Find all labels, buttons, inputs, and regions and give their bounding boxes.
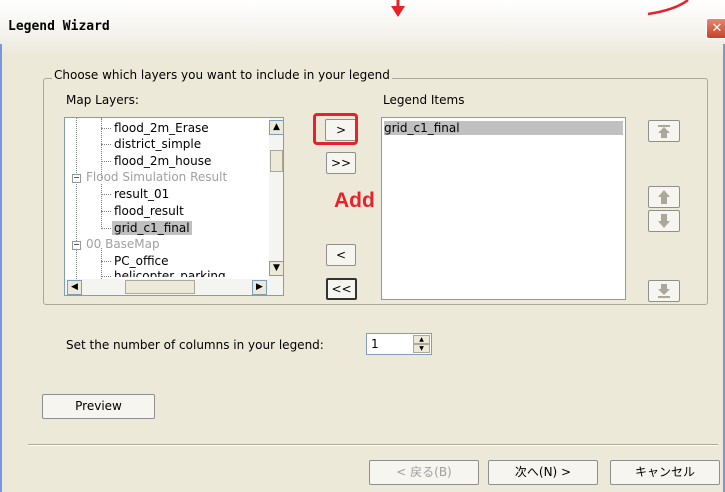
tree-guide-line xyxy=(101,194,111,195)
tree-guide-line xyxy=(101,128,111,129)
close-button[interactable]: ✕ xyxy=(706,18,725,39)
footer-separator xyxy=(28,444,718,446)
tree-item-helicopter-parking[interactable]: helicopter_parking xyxy=(114,269,226,277)
tree-guide-line xyxy=(76,118,77,295)
tree-guide-line xyxy=(101,184,102,229)
tree-guide-line xyxy=(101,211,111,212)
tree-group-basemap[interactable]: 00 BaseMap xyxy=(86,237,160,251)
spin-up-icon[interactable]: ▲ xyxy=(413,335,430,344)
scroll-thumb[interactable] xyxy=(125,280,195,294)
tree-guide-line xyxy=(101,276,111,277)
tree-item-district-simple[interactable]: district_simple xyxy=(114,137,201,151)
map-layers-label: Map Layers: xyxy=(66,93,139,107)
map-layers-tree[interactable]: flood_2m_Erase district_simple flood_2m_… xyxy=(64,117,284,296)
window-title: Legend Wizard xyxy=(8,19,110,34)
scroll-down-icon[interactable]: ▼ xyxy=(269,261,283,276)
next-button[interactable]: 次へ(N) > xyxy=(488,460,598,485)
legend-items-list[interactable]: grid_c1_final xyxy=(381,117,626,300)
legend-items-label: Legend Items xyxy=(383,93,465,107)
move-top-icon xyxy=(658,125,670,138)
add-all-layers-button[interactable]: >> xyxy=(326,152,356,174)
cancel-button[interactable]: キャンセル xyxy=(610,460,720,485)
scroll-right-icon[interactable]: ▶ xyxy=(252,280,267,295)
collapse-toggle-icon[interactable]: − xyxy=(72,174,81,183)
tree-guide-line xyxy=(101,261,111,262)
collapse-toggle-icon[interactable]: − xyxy=(72,241,81,250)
columns-spinner[interactable]: 1 ▲ ▼ xyxy=(366,333,432,355)
columns-label: Set the number of columns in your legend… xyxy=(66,338,324,352)
tree-item-flood-result[interactable]: flood_result xyxy=(114,204,184,218)
preview-button[interactable]: Preview xyxy=(42,394,155,419)
remove-layer-button[interactable]: < xyxy=(326,244,356,266)
tree-item-flood-2m-house[interactable]: flood_2m_house xyxy=(114,154,211,168)
move-to-top-button[interactable] xyxy=(648,120,680,142)
tree-guide-line xyxy=(101,144,111,145)
scroll-up-icon[interactable]: ▲ xyxy=(269,120,283,135)
tree-group-flood-simulation-result[interactable]: Flood Simulation Result xyxy=(86,170,227,184)
tree-item-pc-office[interactable]: PC_office xyxy=(114,254,169,268)
columns-value: 1 xyxy=(371,337,379,351)
tree-item-grid-c1-final[interactable]: grid_c1_final xyxy=(112,221,192,235)
move-up-icon xyxy=(658,190,670,204)
move-bottom-icon xyxy=(658,284,670,298)
group-caption: Choose which layers you want to include … xyxy=(52,68,392,82)
tree-guide-line xyxy=(101,228,111,229)
spin-down-icon[interactable]: ▼ xyxy=(413,344,430,353)
legend-item-grid-c1-final[interactable]: grid_c1_final xyxy=(384,121,623,135)
back-button[interactable]: < 戻る(B) xyxy=(369,460,479,485)
remove-all-layers-button[interactable]: << xyxy=(326,278,357,300)
tree-vertical-scrollbar[interactable]: ▲ ▼ xyxy=(269,118,283,279)
window-left-border xyxy=(0,44,2,492)
highlight-box xyxy=(313,113,358,145)
scroll-left-icon[interactable]: ◀ xyxy=(67,280,82,295)
scroll-thumb[interactable] xyxy=(270,150,283,172)
tree-item-result-01[interactable]: result_01 xyxy=(114,187,169,201)
tree-item-flood-2m-erase[interactable]: flood_2m_Erase xyxy=(114,121,209,135)
move-down-button[interactable] xyxy=(648,210,680,232)
tree-horizontal-scrollbar[interactable]: ◀ ▶ xyxy=(65,279,283,295)
tree-guide-line xyxy=(101,161,111,162)
move-to-bottom-button[interactable] xyxy=(648,280,680,302)
tree-guide-line xyxy=(101,118,102,178)
move-down-icon xyxy=(658,214,670,228)
move-up-button[interactable] xyxy=(648,186,680,208)
